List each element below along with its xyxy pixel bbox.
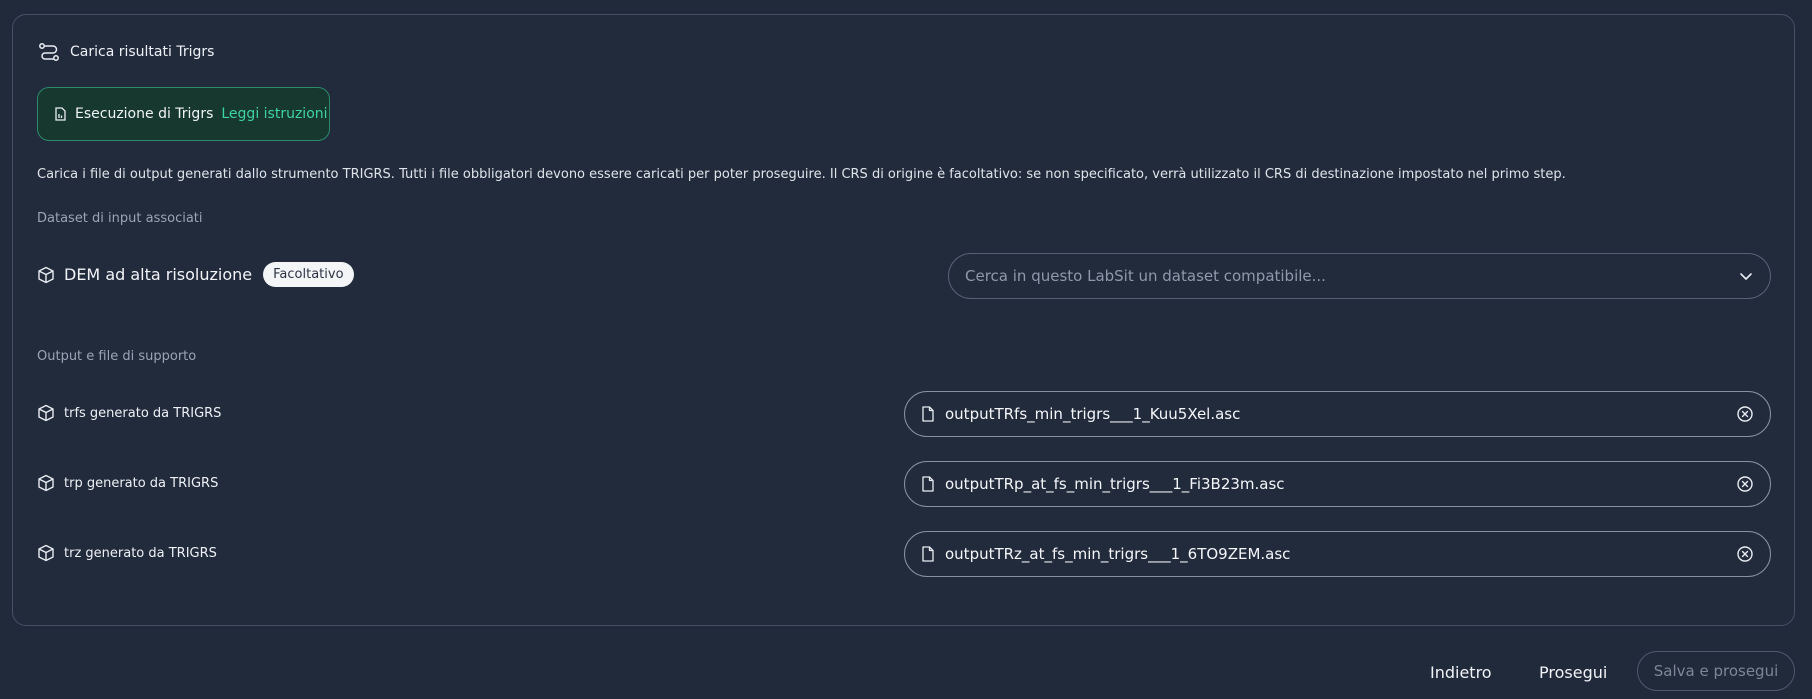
route-icon bbox=[38, 42, 60, 62]
instructions-label: Esecuzione di Trigrs bbox=[75, 106, 214, 122]
save-and-continue-label: Salva e prosegui bbox=[1653, 662, 1779, 680]
trp-file-field[interactable]: outputTRp_at_fs_min_trigrs___1_Fi3B23m.a… bbox=[904, 461, 1771, 507]
trz-file-field[interactable]: outputTRz_at_fs_min_trigrs___1_6TO9ZEM.a… bbox=[904, 531, 1771, 577]
description-text: Carica i file di output generati dallo s… bbox=[37, 167, 1566, 182]
close-circle-icon[interactable] bbox=[1736, 405, 1754, 423]
trz-label: trz generato da TRIGRS bbox=[64, 545, 217, 561]
instructions-box: Esecuzione di Trigrs Leggi istruzioni bbox=[37, 87, 330, 141]
optional-badge: Facoltativo bbox=[263, 262, 354, 287]
trfs-label: trfs generato da TRIGRS bbox=[64, 405, 222, 421]
cube-icon bbox=[37, 404, 55, 422]
dataset-search-placeholder: Cerca in questo LabSit un dataset compat… bbox=[965, 267, 1326, 285]
chevron-down-icon bbox=[1738, 268, 1754, 284]
cube-icon bbox=[37, 474, 55, 492]
close-circle-icon[interactable] bbox=[1736, 545, 1754, 563]
back-button[interactable]: Indietro bbox=[1430, 663, 1492, 682]
trz-filename: outputTRz_at_fs_min_trigrs___1_6TO9ZEM.a… bbox=[945, 545, 1291, 563]
input-section-label: Dataset di input associati bbox=[37, 211, 203, 226]
save-and-continue-button[interactable]: Salva e prosegui bbox=[1637, 651, 1795, 691]
read-instructions-link[interactable]: Leggi istruzioni bbox=[221, 106, 327, 122]
dem-label: DEM ad alta risoluzione bbox=[64, 265, 253, 284]
close-circle-icon[interactable] bbox=[1736, 475, 1754, 493]
trp-filename: outputTRp_at_fs_min_trigrs___1_Fi3B23m.a… bbox=[945, 475, 1285, 493]
file-icon bbox=[921, 406, 935, 422]
file-icon bbox=[921, 476, 935, 492]
output-section-label: Output e file di supporto bbox=[37, 349, 197, 364]
cube-icon bbox=[37, 544, 55, 562]
panel-header: Carica risultati Trigrs bbox=[38, 42, 214, 62]
trfs-filename: outputTRfs_min_trigrs___1_Kuu5Xel.asc bbox=[945, 405, 1241, 423]
document-icon bbox=[54, 107, 67, 121]
dataset-search-select[interactable]: Cerca in questo LabSit un dataset compat… bbox=[948, 253, 1771, 299]
page-title: Carica risultati Trigrs bbox=[70, 44, 215, 60]
trfs-row-label: trfs generato da TRIGRS bbox=[37, 404, 221, 422]
trz-row-label: trz generato da TRIGRS bbox=[37, 544, 217, 562]
dem-row-label: DEM ad alta risoluzione Facoltativo bbox=[37, 262, 354, 287]
trp-row-label: trp generato da TRIGRS bbox=[37, 474, 218, 492]
trp-label: trp generato da TRIGRS bbox=[64, 475, 219, 491]
trfs-file-field[interactable]: outputTRfs_min_trigrs___1_Kuu5Xel.asc bbox=[904, 391, 1771, 437]
cube-icon bbox=[37, 266, 55, 284]
next-button[interactable]: Prosegui bbox=[1539, 663, 1607, 682]
file-icon bbox=[921, 546, 935, 562]
